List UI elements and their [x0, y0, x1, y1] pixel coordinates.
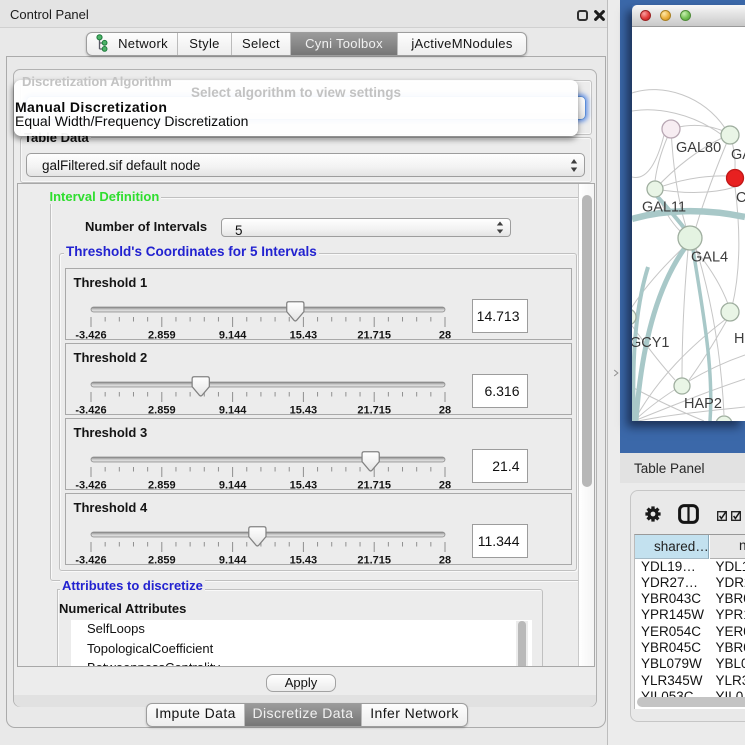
svg-text:-3.426: -3.426: [75, 554, 106, 566]
svg-text:HAP2: HAP2: [684, 396, 722, 412]
svg-text:15.43: 15.43: [290, 554, 318, 566]
svg-text:15.43: 15.43: [290, 404, 318, 416]
svg-text:2.859: 2.859: [148, 329, 176, 341]
svg-text:15.43: 15.43: [290, 479, 318, 491]
svg-text:HI: HI: [734, 331, 745, 347]
svg-text:9.144: 9.144: [219, 329, 247, 341]
svg-text:9.144: 9.144: [219, 404, 247, 416]
svg-text:28: 28: [439, 404, 451, 416]
svg-text:GAL4: GAL4: [691, 250, 728, 266]
svg-text:2.859: 2.859: [148, 479, 176, 491]
svg-text:21.715: 21.715: [357, 329, 391, 341]
svg-text:15.43: 15.43: [290, 329, 318, 341]
svg-text:-3.426: -3.426: [75, 479, 106, 491]
svg-text:-3.426: -3.426: [75, 329, 106, 341]
svg-text:GAL80: GAL80: [676, 140, 721, 156]
svg-text:28: 28: [439, 329, 451, 341]
svg-text:21.715: 21.715: [357, 404, 391, 416]
svg-text:9.144: 9.144: [219, 554, 247, 566]
svg-text:GAL11: GAL11: [642, 200, 686, 216]
svg-text:9.144: 9.144: [219, 479, 247, 491]
svg-text:GA: GA: [731, 147, 745, 163]
svg-text:2.859: 2.859: [148, 554, 176, 566]
svg-text:21.715: 21.715: [357, 479, 391, 491]
svg-text:2.859: 2.859: [148, 404, 176, 416]
svg-text:-3.426: -3.426: [75, 404, 106, 416]
svg-text:28: 28: [439, 479, 451, 491]
svg-text:21.715: 21.715: [357, 554, 391, 566]
svg-text:C: C: [736, 190, 745, 206]
svg-text:GCY1: GCY1: [632, 335, 670, 351]
svg-text:28: 28: [439, 554, 451, 566]
